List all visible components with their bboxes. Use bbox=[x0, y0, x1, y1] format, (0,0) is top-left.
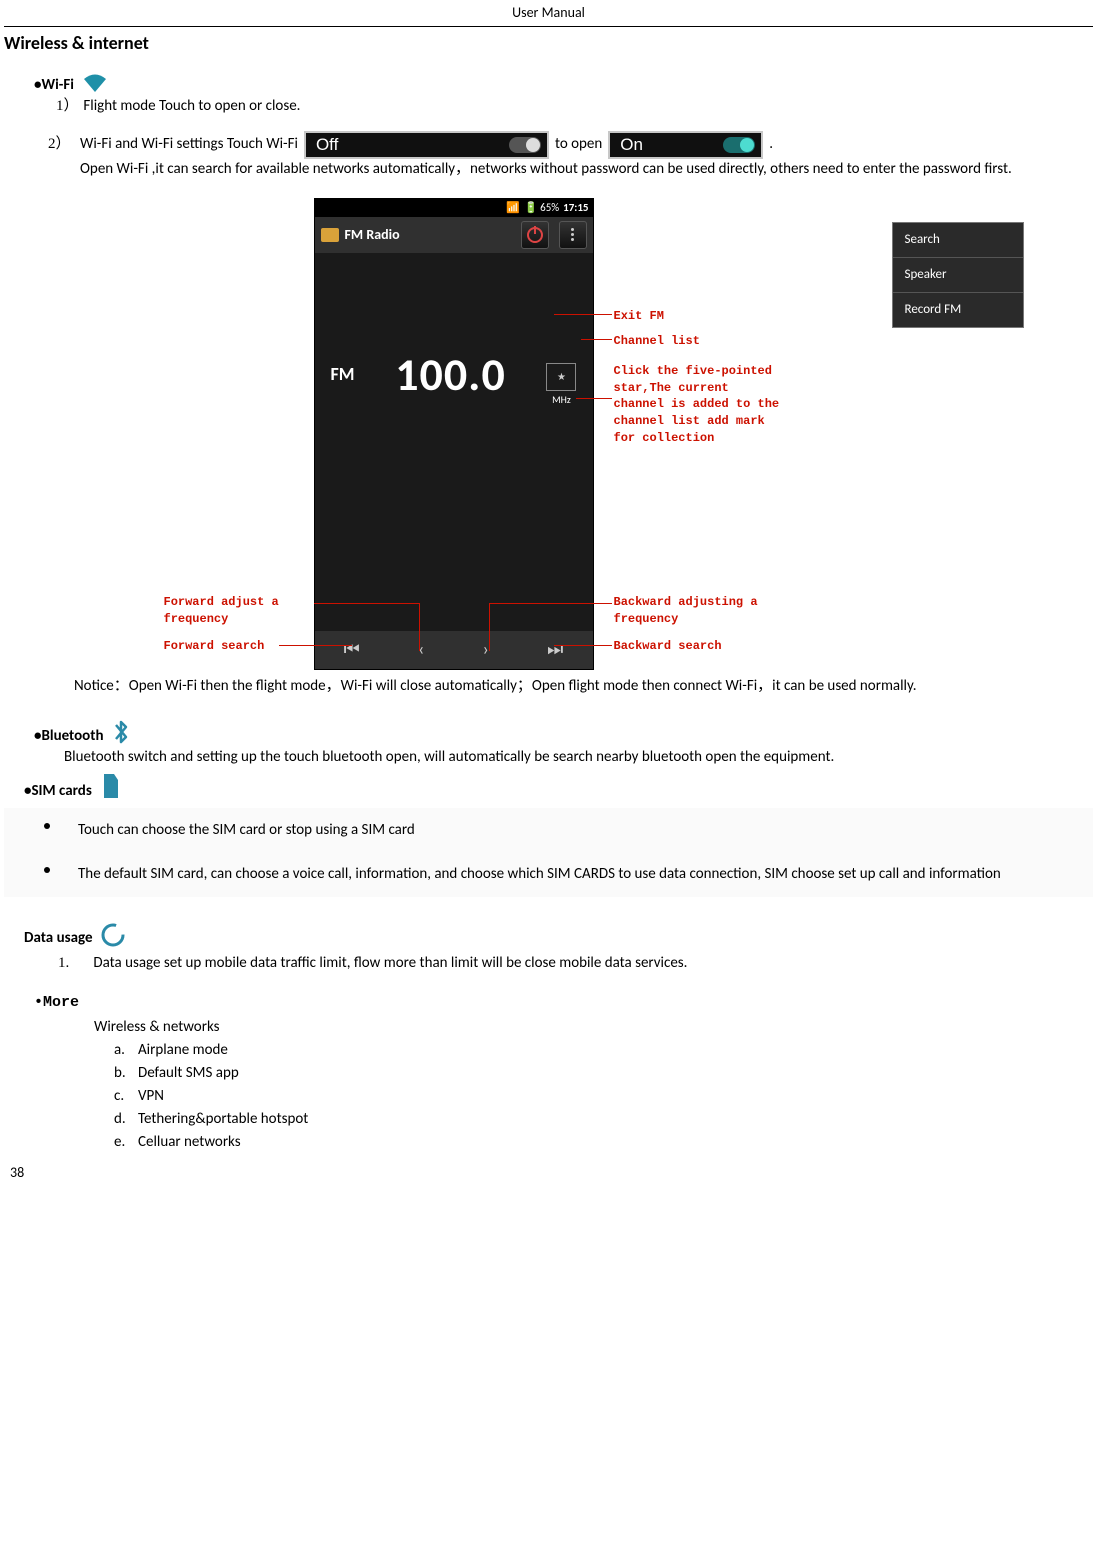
more-heading-text: •More bbox=[34, 992, 79, 1013]
bluetooth-heading: •Bluetooth bbox=[34, 717, 1093, 747]
sim-icon bbox=[98, 772, 124, 802]
wifi-item2-period: . bbox=[769, 134, 773, 155]
power-button[interactable] bbox=[521, 221, 549, 249]
bluetooth-heading-text: •Bluetooth bbox=[34, 726, 104, 747]
signal-icon: 📶 bbox=[506, 200, 520, 215]
frequency-display: FM 100.0 ★ MHz bbox=[315, 253, 593, 407]
app-bar: FM Radio bbox=[315, 217, 593, 253]
app-title: FM Radio bbox=[345, 225, 400, 245]
power-icon bbox=[527, 227, 543, 243]
menu-speaker[interactable]: Speaker bbox=[893, 258, 1023, 293]
menu-search[interactable]: Search bbox=[893, 223, 1023, 258]
prev-search-button[interactable]: ⏮ bbox=[344, 637, 360, 662]
data-usage-item: 1. Data usage set up mobile data traffic… bbox=[58, 953, 1093, 974]
page-header: User Manual bbox=[4, 0, 1093, 27]
du-text: Data usage set up mobile data traffic li… bbox=[93, 954, 687, 972]
more-list: a.Airplane mode b.Default SMS app c.VPN … bbox=[114, 1040, 1093, 1153]
fm-label: FM bbox=[331, 362, 355, 387]
wifi-item2-para: Open Wi-Fi ,it can search for available … bbox=[80, 159, 1093, 180]
next-search-button[interactable]: ⏭ bbox=[547, 637, 563, 662]
more-heading: •More bbox=[34, 992, 1093, 1013]
more-item-c: c.VPN bbox=[114, 1086, 1093, 1107]
sim-heading-text: •SIM cards bbox=[24, 781, 92, 802]
statusbar: 📶 🔋 65% 17:15 bbox=[315, 199, 593, 217]
frequency-value: 100.0 bbox=[395, 343, 506, 407]
wifi-item2-a: Wi-Fi and Wi-Fi settings Touch Wi-Fi bbox=[80, 134, 298, 155]
wifi-notice: Notice：Open Wi-Fi then the flight mode，W… bbox=[14, 676, 1083, 697]
toggle-on-label: On bbox=[620, 133, 643, 157]
fm-radio-figure: 📶 🔋 65% 17:15 FM Radio FM 1 bbox=[184, 198, 914, 670]
more-item-b: b.Default SMS app bbox=[114, 1063, 1093, 1084]
menu-record[interactable]: Record FM bbox=[893, 293, 1023, 327]
wifi-toggle-on[interactable]: On bbox=[608, 131, 763, 159]
more-item-a: a.Airplane mode bbox=[114, 1040, 1093, 1061]
list-marker-2: 2） bbox=[48, 134, 74, 155]
menu-popup: Search Speaker Record FM bbox=[892, 222, 1024, 329]
more-subheading: Wireless & networks bbox=[94, 1017, 1093, 1038]
callout-bwd-adj: Backward adjusting a frequency bbox=[614, 594, 794, 628]
sim-b2-text: The default SIM card, can choose a voice… bbox=[78, 860, 1093, 889]
battery-text: 🔋 65% bbox=[524, 200, 559, 215]
wifi-item-2: 2） Wi-Fi and Wi-Fi settings Touch Wi-Fi … bbox=[48, 131, 1093, 159]
bottom-controls: ⏮ ‹ › ⏭ bbox=[315, 631, 593, 669]
list-marker-1: 1） bbox=[56, 96, 80, 117]
more-item-e: e.Celluar networks bbox=[114, 1132, 1093, 1153]
phone-screenshot: 📶 🔋 65% 17:15 FM Radio FM 1 bbox=[314, 198, 594, 670]
callout-bwd-search: Backward search bbox=[614, 638, 722, 655]
favorite-button[interactable]: ★ bbox=[546, 363, 576, 391]
radio-icon bbox=[321, 228, 339, 242]
switch-on-icon bbox=[723, 137, 755, 153]
more-item-d: d.Tethering&portable hotspot bbox=[114, 1109, 1093, 1130]
callout-channel-list: Channel list bbox=[614, 333, 700, 350]
du-marker: 1. bbox=[58, 953, 90, 974]
callout-fwd-adj: Forward adjust a frequency bbox=[164, 594, 314, 628]
wifi-heading: •Wi-Fi bbox=[34, 70, 1093, 96]
wifi-item-1: 1） Flight mode Touch to open or close. bbox=[56, 96, 1093, 117]
callout-star: Click the five-pointed star,The current … bbox=[614, 363, 784, 447]
wifi-toggle-off[interactable]: Off bbox=[304, 131, 549, 159]
bullet-icon bbox=[44, 823, 50, 829]
page-number: 38 bbox=[10, 1163, 1093, 1183]
wifi-icon bbox=[80, 70, 110, 96]
status-time: 17:15 bbox=[563, 200, 588, 215]
sim-list: Touch can choose the SIM card or stop us… bbox=[4, 808, 1093, 897]
callout-fwd-search: Forward search bbox=[164, 638, 265, 655]
mhz-label: MHz bbox=[552, 393, 571, 407]
toggle-off-label: Off bbox=[316, 133, 338, 157]
switch-off-icon bbox=[509, 137, 541, 153]
sim-b1-text: Touch can choose the SIM card or stop us… bbox=[78, 816, 1093, 845]
data-usage-icon bbox=[99, 921, 127, 949]
sim-bullet-1: Touch can choose the SIM card or stop us… bbox=[4, 808, 1093, 853]
sim-heading: •SIM cards bbox=[24, 772, 1093, 802]
bullet-icon bbox=[44, 867, 50, 873]
wifi-item1-text: Flight mode Touch to open or close. bbox=[83, 97, 300, 115]
wifi-item2-b: to open bbox=[555, 134, 602, 155]
bluetooth-icon bbox=[110, 717, 132, 747]
menu-button[interactable] bbox=[559, 221, 587, 249]
data-usage-heading: Data usage bbox=[24, 921, 1093, 949]
sim-bullet-2: The default SIM card, can choose a voice… bbox=[4, 852, 1093, 897]
wifi-heading-text: •Wi-Fi bbox=[34, 75, 74, 96]
callout-exit: Exit FM bbox=[614, 308, 664, 325]
star-icon: ★ bbox=[557, 370, 566, 384]
data-usage-heading-text: Data usage bbox=[24, 928, 93, 949]
bluetooth-para: Bluetooth switch and setting up the touc… bbox=[64, 747, 1087, 768]
section-title: Wireless & internet bbox=[4, 31, 1093, 56]
menu-icon bbox=[571, 228, 574, 241]
